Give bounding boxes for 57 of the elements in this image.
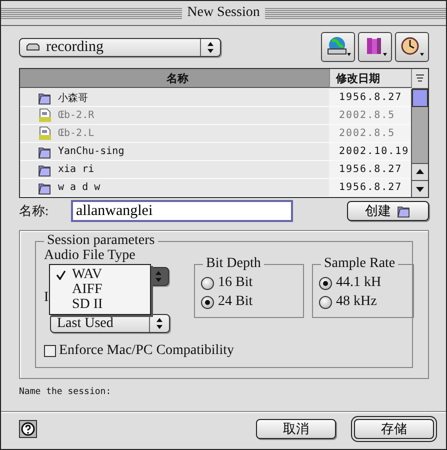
dialog-button[interactable]: 取消	[256, 418, 336, 438]
file-name: 小森哥	[58, 92, 88, 104]
date-cell: 1956.8.27	[329, 161, 411, 178]
group-title: Sample Rate	[321, 256, 398, 272]
window-title: New Session	[182, 4, 265, 22]
folder-icon	[38, 162, 52, 176]
group-title: Session parameters	[44, 233, 158, 249]
group-title: Bit Depth	[203, 256, 264, 272]
date-cell: 2002.8.5	[329, 107, 411, 124]
scroll-thumb[interactable]	[412, 89, 428, 107]
radio-icon[interactable]	[201, 276, 214, 290]
radio-icon[interactable]	[319, 296, 332, 308]
radio-button[interactable]: 16 Bit	[201, 275, 297, 291]
radio-button[interactable]: 44.1 kH	[319, 275, 407, 291]
audio-file-icon	[38, 108, 52, 123]
menu-item[interactable]: WAV	[50, 267, 150, 282]
network-button[interactable]	[321, 32, 355, 62]
folder-icon	[38, 90, 52, 104]
location-popup[interactable]: recording	[19, 38, 221, 56]
recent-button[interactable]	[395, 32, 429, 62]
date-cell: 1956.8.27	[329, 179, 411, 196]
drive-icon	[26, 43, 40, 51]
menu-item[interactable]: AIFF	[50, 282, 150, 297]
audio-file-icon	[38, 126, 52, 141]
column-header[interactable]: 修改日期	[330, 69, 412, 88]
status-text: Name the session:	[19, 386, 112, 399]
file-name: Œb-2.R	[58, 110, 94, 121]
date-cell: 2002.10.19	[329, 143, 411, 160]
create-button[interactable]: 创建	[347, 201, 429, 221]
menu-item[interactable]: SD II	[50, 297, 150, 312]
folder-icon	[397, 204, 411, 218]
name-label: 名称:	[19, 202, 50, 220]
checkbox[interactable]: Enforce Mac/PC Compatibility	[44, 343, 404, 359]
radio-button[interactable]: 24 Bit	[201, 294, 297, 310]
file-name: YanChu-sing	[58, 146, 124, 157]
radio-icon[interactable]	[201, 296, 214, 308]
globe-icon	[325, 36, 351, 58]
folder-icon	[38, 180, 52, 194]
field-label: I	[44, 290, 49, 306]
date-cell: 2002.8.5	[329, 125, 411, 142]
name-field[interactable]: allanwanglei	[71, 200, 293, 222]
field-label: Audio File Type	[44, 248, 136, 264]
file-name: xia ri	[58, 164, 94, 175]
sort-order-icon[interactable]	[412, 69, 428, 89]
file-name: Œb-2.L	[58, 128, 94, 139]
column-header[interactable]: 名称	[20, 69, 330, 88]
radio-button[interactable]: 48 kHz	[319, 294, 407, 310]
clock-icon	[399, 36, 425, 58]
file-name: w a d w	[58, 182, 100, 193]
help-icon[interactable]	[19, 420, 37, 438]
scrollbar[interactable]	[411, 89, 428, 197]
radio-icon[interactable]	[319, 276, 332, 290]
date-cell: 1956.8.27	[329, 89, 411, 106]
folder-icon	[38, 144, 52, 158]
scroll-up-icon[interactable]	[412, 163, 428, 180]
scroll-down-icon[interactable]	[412, 180, 428, 197]
favorites-button[interactable]	[358, 32, 392, 62]
